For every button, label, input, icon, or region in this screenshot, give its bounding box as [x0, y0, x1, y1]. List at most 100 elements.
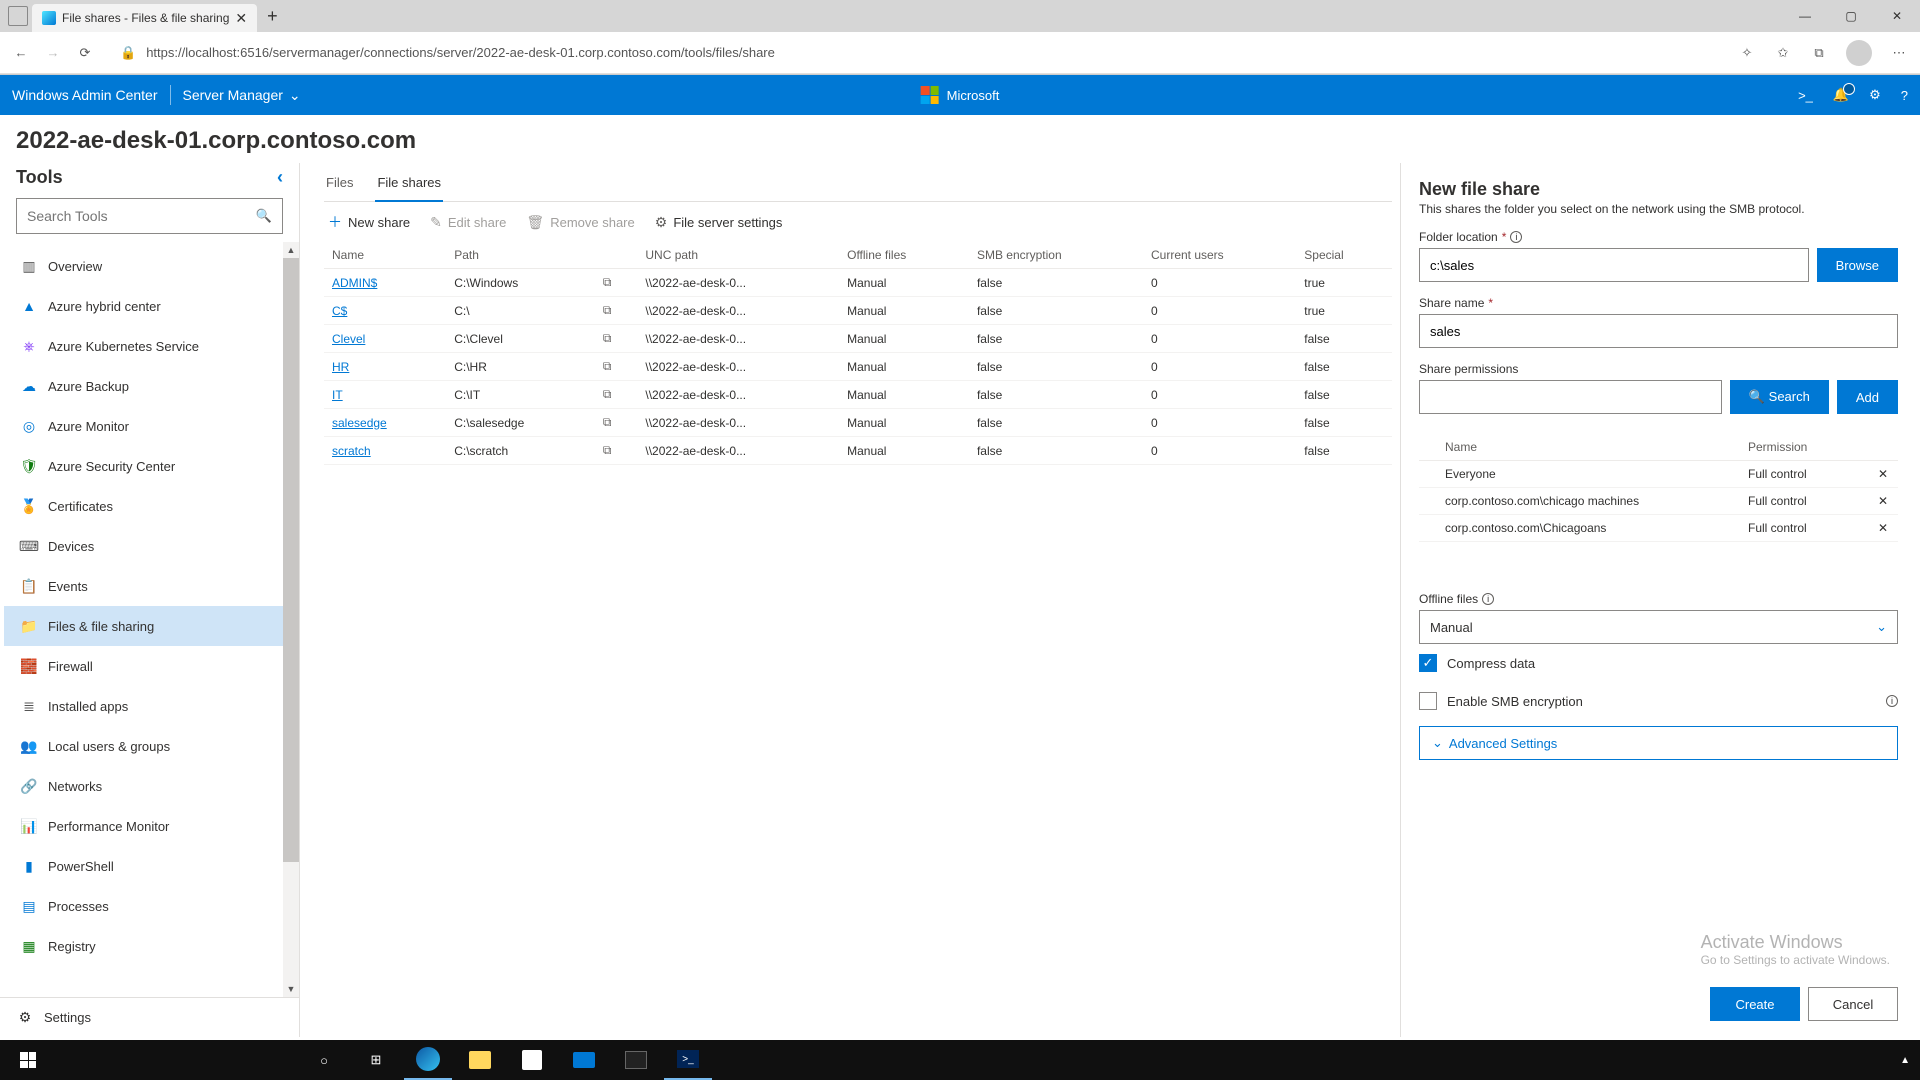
close-tab-icon[interactable]: ✕ — [235, 10, 247, 27]
powershell-icon[interactable]: >_ — [1798, 88, 1813, 103]
compress-checkbox[interactable]: ✓ — [1419, 654, 1437, 672]
favorite-icon[interactable]: ✩ — [1774, 44, 1792, 62]
col-header[interactable]: SMB encryption — [969, 242, 1143, 269]
scroll-down-icon[interactable]: ▼ — [283, 981, 299, 997]
remove-permission-icon[interactable]: ✕ — [1868, 467, 1898, 481]
sidebar-item-certificates[interactable]: 🏅Certificates — [4, 486, 283, 526]
col-header[interactable]: Name — [324, 242, 446, 269]
copy-icon[interactable]: ⧉ — [603, 275, 612, 289]
share-name-input[interactable] — [1419, 314, 1898, 348]
table-row[interactable]: scratchC:\scratch⧉\\2022-ae-desk-0...Man… — [324, 437, 1392, 465]
collapse-sidebar-icon[interactable]: ‹ — [277, 167, 283, 188]
file-server-settings-button[interactable]: ⚙ File server settings — [655, 214, 783, 231]
info-icon[interactable]: i — [1482, 593, 1494, 605]
store-taskbar-icon[interactable] — [508, 1040, 556, 1080]
explorer-taskbar-icon[interactable] — [456, 1040, 504, 1080]
scroll-up-icon[interactable]: ▲ — [283, 242, 299, 258]
search-taskbar-icon[interactable]: ○ — [300, 1040, 348, 1080]
sidebar-item-performance-monitor[interactable]: 📊Performance Monitor — [4, 806, 283, 846]
menu-icon[interactable]: ⋯ — [1890, 44, 1908, 62]
share-link[interactable]: IT — [332, 388, 343, 402]
terminal-taskbar-icon[interactable] — [612, 1040, 660, 1080]
copy-icon[interactable]: ⧉ — [603, 303, 612, 317]
collections-icon[interactable]: ⧉ — [1810, 44, 1828, 62]
product-name[interactable]: Windows Admin Center — [12, 87, 158, 103]
start-icon[interactable] — [4, 1040, 52, 1080]
minimize-icon[interactable]: — — [1782, 0, 1828, 32]
sidebar-item-events[interactable]: 📋Events — [4, 566, 283, 606]
sidebar-item-overview[interactable]: ▥Overview — [4, 246, 283, 286]
share-link[interactable]: ADMIN$ — [332, 276, 377, 290]
sidebar-item-powershell[interactable]: ▮PowerShell — [4, 846, 283, 886]
edge-taskbar-icon[interactable] — [404, 1040, 452, 1080]
module-dropdown[interactable]: Server Manager ⌄ — [183, 87, 301, 104]
col-header[interactable]: Special — [1296, 242, 1392, 269]
table-row[interactable]: ITC:\IT⧉\\2022-ae-desk-0...Manualfalse0f… — [324, 381, 1392, 409]
remove-permission-icon[interactable]: ✕ — [1868, 494, 1898, 508]
copy-icon[interactable]: ⧉ — [603, 387, 612, 401]
permission-search-input[interactable] — [1419, 380, 1722, 414]
sidebar-item-azure-security-center[interactable]: 🛡Azure Security Center — [4, 446, 283, 486]
sidebar-item-registry[interactable]: ▦Registry — [4, 926, 283, 966]
tab-actions-icon[interactable] — [8, 6, 28, 26]
table-row[interactable]: ClevelC:\Clevel⧉\\2022-ae-desk-0...Manua… — [324, 325, 1392, 353]
col-header[interactable]: Current users — [1143, 242, 1296, 269]
search-button[interactable]: 🔍 Search — [1730, 380, 1829, 414]
sidebar-item-firewall[interactable]: 🧱Firewall — [4, 646, 283, 686]
maximize-icon[interactable]: ▢ — [1828, 0, 1874, 32]
table-row[interactable]: HRC:\HR⧉\\2022-ae-desk-0...Manualfalse0f… — [324, 353, 1392, 381]
create-button[interactable]: Create — [1710, 987, 1800, 1021]
close-window-icon[interactable]: ✕ — [1874, 0, 1920, 32]
offline-files-select[interactable]: Manual ⌄ — [1419, 610, 1898, 644]
sidebar-item-azure-kubernetes-service[interactable]: ⎈Azure Kubernetes Service — [4, 326, 283, 366]
sidebar-item-installed-apps[interactable]: ≣Installed apps — [4, 686, 283, 726]
copy-icon[interactable]: ⧉ — [603, 331, 612, 345]
new-share-button[interactable]: ＋ New share — [328, 212, 410, 232]
table-row[interactable]: C$C:\⧉\\2022-ae-desk-0...Manualfalse0tru… — [324, 297, 1392, 325]
sidebar-item-files-file-sharing[interactable]: 📁Files & file sharing — [4, 606, 283, 646]
info-icon[interactable]: i — [1510, 231, 1522, 243]
advanced-settings-button[interactable]: ⌄ Advanced Settings — [1419, 726, 1898, 760]
browser-tab[interactable]: File shares - Files & file sharing ✕ — [32, 4, 257, 32]
mail-taskbar-icon[interactable] — [560, 1040, 608, 1080]
sidebar-item-processes[interactable]: ▤Processes — [4, 886, 283, 926]
sidebar-item-azure-monitor[interactable]: ◎Azure Monitor — [4, 406, 283, 446]
search-tools-input[interactable] — [27, 208, 256, 224]
table-row[interactable]: salesedgeC:\salesedge⧉\\2022-ae-desk-0..… — [324, 409, 1392, 437]
help-icon[interactable]: ? — [1901, 88, 1908, 103]
share-link[interactable]: Clevel — [332, 332, 365, 346]
share-link[interactable]: HR — [332, 360, 349, 374]
folder-location-input[interactable] — [1419, 248, 1809, 282]
taskview-icon[interactable]: ⊞ — [352, 1040, 400, 1080]
browse-button[interactable]: Browse — [1817, 248, 1898, 282]
tab-file-shares[interactable]: File shares — [375, 163, 443, 202]
show-desktop-icon[interactable]: ▲ — [1896, 1051, 1914, 1070]
info-icon[interactable]: i — [1886, 695, 1898, 707]
settings-icon[interactable]: ⚙ — [1869, 87, 1881, 103]
refresh-icon[interactable]: ⟳ — [76, 44, 94, 62]
sidebar-item-azure-hybrid-center[interactable]: ▲Azure hybrid center — [4, 286, 283, 326]
new-tab-icon[interactable]: + — [267, 6, 278, 27]
scrollbar-thumb[interactable] — [283, 258, 299, 862]
smb-encryption-checkbox[interactable] — [1419, 692, 1437, 710]
add-button[interactable]: Add — [1837, 380, 1898, 414]
table-row[interactable]: ADMIN$C:\Windows⧉\\2022-ae-desk-0...Manu… — [324, 269, 1392, 297]
sidebar-item-networks[interactable]: 🔗Networks — [4, 766, 283, 806]
col-header[interactable]: Offline files — [839, 242, 969, 269]
share-link[interactable]: salesedge — [332, 416, 387, 430]
sidebar-item-azure-backup[interactable]: ☁Azure Backup — [4, 366, 283, 406]
notification-icon[interactable]: 🔔 — [1833, 87, 1849, 103]
remove-permission-icon[interactable]: ✕ — [1868, 521, 1898, 535]
col-header[interactable]: UNC path — [637, 242, 839, 269]
copy-icon[interactable]: ⧉ — [603, 415, 612, 429]
col-header[interactable] — [595, 242, 637, 269]
profile-avatar[interactable] — [1846, 40, 1872, 66]
search-input-wrap[interactable]: 🔍 — [16, 198, 283, 234]
col-header[interactable]: Path — [446, 242, 595, 269]
share-link[interactable]: scratch — [332, 444, 371, 458]
address-bar[interactable]: 🔒 https://localhost:6516/servermanager/c… — [108, 38, 1724, 68]
share-link[interactable]: C$ — [332, 304, 347, 318]
reading-icon[interactable]: ✧ — [1738, 44, 1756, 62]
back-icon[interactable]: ← — [12, 44, 30, 62]
copy-icon[interactable]: ⧉ — [603, 443, 612, 457]
